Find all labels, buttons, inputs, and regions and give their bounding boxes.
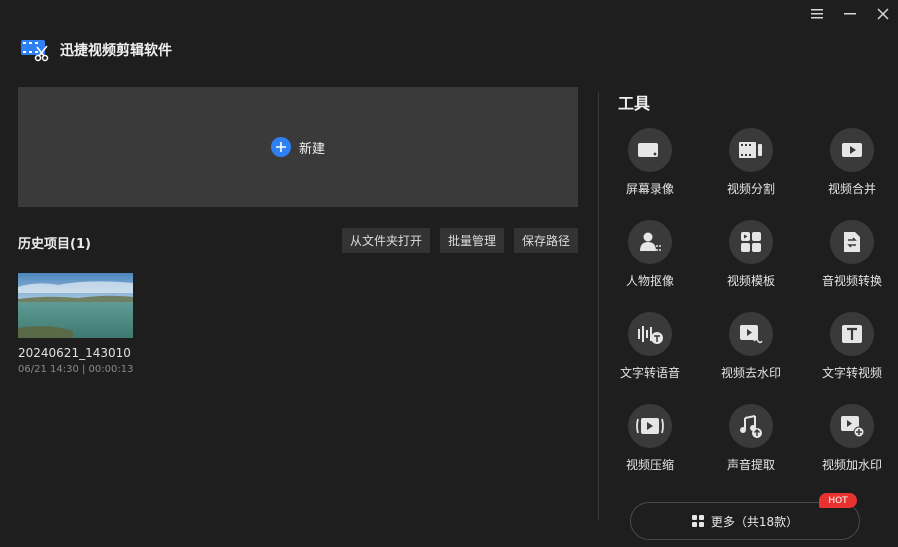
tool-label: 文字转视频 — [821, 366, 882, 380]
app-logo — [20, 36, 50, 62]
tool-label: 视频分割 — [726, 182, 775, 196]
text-to-speech-icon — [628, 312, 672, 356]
template-icon — [729, 220, 773, 264]
hot-badge: HOT — [819, 493, 857, 508]
tool-add-watermark[interactable]: 视频加水印 — [807, 404, 897, 473]
new-project-label: 新建 — [298, 141, 325, 157]
tool-person-cutout[interactable]: 人物抠像 — [605, 220, 695, 289]
tool-label: 声音提取 — [726, 458, 775, 472]
film-split-icon — [729, 128, 773, 172]
tool-label: 音视频转换 — [821, 274, 882, 288]
project-meta: 06/21 14:30 | 00:00:13 — [18, 364, 134, 375]
panel-divider — [598, 92, 599, 520]
remove-watermark-icon — [729, 312, 773, 356]
tools-title: 工具 — [618, 94, 651, 113]
tool-label: 屏幕录像 — [625, 182, 674, 196]
audio-extract-icon — [729, 404, 773, 448]
hamburger-icon — [811, 9, 823, 19]
tool-screen-record[interactable]: 屏幕录像 — [605, 128, 695, 197]
compress-icon — [628, 404, 672, 448]
film-scissors-icon — [21, 40, 49, 62]
project-name: 20240621_143010 — [18, 346, 131, 360]
camera-icon — [628, 128, 672, 172]
tool-video-merge[interactable]: 视频合并 — [807, 128, 897, 197]
batch-manage-button[interactable]: 批量管理 — [440, 228, 504, 253]
plus-circle-icon — [270, 137, 291, 157]
minimize-button[interactable] — [839, 4, 861, 24]
tool-label: 视频模板 — [726, 274, 775, 288]
project-thumbnail[interactable] — [18, 273, 133, 338]
history-title: 历史项目(1) — [18, 237, 91, 252]
text-to-video-icon — [830, 312, 874, 356]
tool-label: 视频合并 — [827, 182, 876, 196]
tool-audio-extract[interactable]: 声音提取 — [706, 404, 796, 473]
tool-label: 人物抠像 — [625, 274, 674, 288]
tool-label: 视频去水印 — [720, 366, 781, 380]
tool-video-compress[interactable]: 视频压缩 — [605, 404, 695, 473]
app-title: 迅捷视频剪辑软件 — [60, 43, 172, 59]
tool-label: 视频压缩 — [625, 458, 674, 472]
tool-text-to-speech[interactable]: 文字转语音 — [605, 312, 695, 381]
person-cutout-icon — [628, 220, 672, 264]
tool-text-to-video[interactable]: 文字转视频 — [807, 312, 897, 381]
convert-icon — [830, 220, 874, 264]
tool-video-split[interactable]: 视频分割 — [706, 128, 796, 197]
tool-label: 文字转语音 — [619, 366, 680, 380]
video-merge-icon — [830, 128, 874, 172]
grid-icon — [691, 515, 704, 527]
add-watermark-icon — [830, 404, 874, 448]
new-project-button[interactable]: 新建 — [18, 87, 578, 207]
tool-remove-watermark[interactable]: 视频去水印 — [706, 312, 796, 381]
close-button[interactable] — [872, 4, 894, 24]
menu-button[interactable] — [806, 4, 828, 24]
save-path-button[interactable]: 保存路径 — [514, 228, 578, 253]
more-tools-label: 更多（共18款） — [710, 514, 799, 529]
minimize-icon — [844, 13, 856, 15]
close-icon — [877, 8, 889, 20]
tool-av-convert[interactable]: 音视频转换 — [807, 220, 897, 289]
open-folder-button[interactable]: 从文件夹打开 — [342, 228, 430, 253]
tool-video-template[interactable]: 视频模板 — [706, 220, 796, 289]
landscape-thumbnail-image — [18, 273, 133, 338]
tool-label: 视频加水印 — [821, 458, 882, 472]
